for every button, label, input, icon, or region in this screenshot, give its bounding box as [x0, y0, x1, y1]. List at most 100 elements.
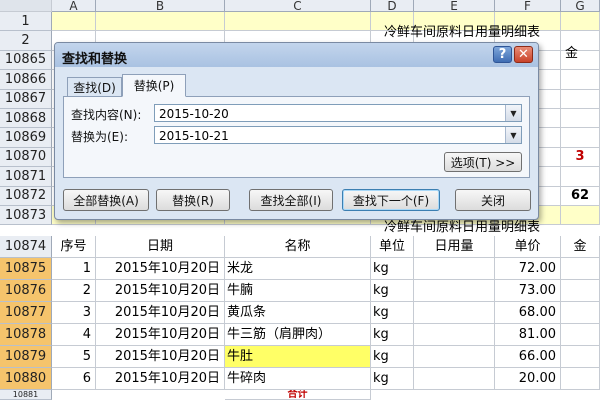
row-header-10867[interactable]: 10867	[0, 89, 52, 109]
row-header-10866[interactable]: 10866	[0, 70, 52, 90]
row-header-1[interactable]: 1	[0, 12, 52, 32]
cell-c[interactable]: 牛肚	[225, 346, 371, 368]
column-header-a[interactable]: A	[52, 0, 96, 12]
cell-c[interactable]: 牛腩	[225, 280, 371, 302]
cell-b[interactable]: 2015年10月20日	[96, 258, 225, 280]
find-all-button[interactable]: 查找全部(I)	[249, 189, 333, 211]
row-header-10869[interactable]: 10869	[0, 128, 52, 148]
cell[interactable]	[561, 128, 600, 148]
header-unit-price[interactable]: 单价	[495, 236, 561, 258]
cell-f[interactable]: 66.00	[495, 346, 561, 368]
cell-c[interactable]: 黄瓜条	[225, 302, 371, 324]
cell-a[interactable]: 2	[52, 280, 96, 302]
cell[interactable]	[96, 12, 225, 32]
dialog-titlebar[interactable]: 查找和替换 ? ✕	[55, 43, 538, 67]
row-header-10880[interactable]: 10880	[0, 368, 52, 390]
cell-d[interactable]: kg	[371, 258, 414, 280]
cell-b[interactable]: 2015年10月20日	[96, 324, 225, 346]
header-daily-usage[interactable]: 日用量	[414, 236, 495, 258]
column-header-g[interactable]: G	[561, 0, 600, 12]
replace-all-button[interactable]: 全部替换(A)	[63, 189, 149, 211]
cell[interactable]	[561, 167, 600, 187]
cell-c[interactable]: 米龙	[225, 258, 371, 280]
cell-d[interactable]: kg	[371, 368, 414, 390]
chevron-down-icon[interactable]: ▼	[505, 127, 521, 143]
find-what-field[interactable]: 2015-10-20 ▼	[154, 104, 522, 122]
cell-g[interactable]	[561, 258, 600, 280]
tab-find[interactable]: 查找(D)	[67, 77, 122, 97]
cell[interactable]	[561, 12, 600, 32]
close-icon[interactable]: ✕	[514, 46, 533, 63]
cell[interactable]	[561, 206, 600, 226]
row-header-10868[interactable]: 10868	[0, 109, 52, 129]
cell-f[interactable]: 20.00	[495, 368, 561, 390]
cell-a[interactable]: 6	[52, 368, 96, 390]
cell[interactable]	[561, 70, 600, 90]
cell-b[interactable]: 2015年10月20日	[96, 280, 225, 302]
cell[interactable]: 62	[561, 186, 600, 206]
total-label[interactable]: 合计	[225, 390, 371, 400]
row-header-10876[interactable]: 10876	[0, 280, 52, 302]
column-header-c[interactable]: C	[225, 0, 371, 12]
cell-c[interactable]: 牛三筋（肩胛肉）	[225, 324, 371, 346]
row-header-10878[interactable]: 10878	[0, 324, 52, 346]
header-unit[interactable]: 单位	[371, 236, 414, 258]
replace-with-field[interactable]: 2015-10-21 ▼	[154, 126, 522, 144]
header-name[interactable]: 名称	[225, 236, 371, 258]
cell[interactable]	[225, 12, 371, 32]
cell-g[interactable]	[561, 368, 600, 390]
row-header-10879[interactable]: 10879	[0, 346, 52, 368]
cell-b[interactable]: 2015年10月20日	[96, 346, 225, 368]
row-header-10881[interactable]: 10881	[0, 390, 52, 400]
header-amount[interactable]: 金	[561, 236, 600, 258]
cell-g[interactable]	[561, 346, 600, 368]
cell-a[interactable]: 3	[52, 302, 96, 324]
cell-g[interactable]	[561, 302, 600, 324]
row-header-10873[interactable]: 10873	[0, 206, 52, 226]
tab-replace[interactable]: 替换(P)	[122, 74, 186, 97]
cell-f[interactable]: 81.00	[495, 324, 561, 346]
cell-b[interactable]: 2015年10月20日	[96, 302, 225, 324]
column-header-f[interactable]: F	[495, 0, 561, 12]
cell-e[interactable]	[414, 324, 495, 346]
select-all-corner[interactable]	[0, 0, 52, 12]
cell-d[interactable]: kg	[371, 302, 414, 324]
cell-d[interactable]: kg	[371, 346, 414, 368]
column-header-e[interactable]: E	[414, 0, 495, 12]
cell-g[interactable]	[561, 324, 600, 346]
cell-g[interactable]	[561, 280, 600, 302]
row-header-10877[interactable]: 10877	[0, 302, 52, 324]
row-header-10870[interactable]: 10870	[0, 147, 52, 168]
cell[interactable]: 3	[561, 147, 600, 168]
replace-button[interactable]: 替换(R)	[156, 189, 230, 211]
cell-a[interactable]: 5	[52, 346, 96, 368]
cell-e[interactable]	[414, 280, 495, 302]
chevron-down-icon[interactable]: ▼	[505, 105, 521, 121]
cell[interactable]	[561, 109, 600, 129]
cell-e[interactable]	[414, 302, 495, 324]
column-header-b[interactable]: B	[96, 0, 225, 12]
help-button[interactable]: ?	[493, 46, 512, 63]
cell-f[interactable]: 72.00	[495, 258, 561, 280]
row-header-10865[interactable]: 10865	[0, 50, 52, 71]
cell-e[interactable]	[414, 258, 495, 280]
row-header-10874[interactable]: 10874	[0, 236, 52, 258]
cell-a[interactable]: 4	[52, 324, 96, 346]
cell-d[interactable]: kg	[371, 280, 414, 302]
find-next-button[interactable]: 查找下一个(F)	[342, 189, 440, 211]
cell-e[interactable]	[414, 346, 495, 368]
row-header-2[interactable]: 2	[0, 31, 52, 51]
cell[interactable]	[561, 89, 600, 109]
row-header-10871[interactable]: 10871	[0, 167, 52, 187]
header-seq[interactable]: 序号	[52, 236, 96, 258]
cell-f[interactable]: 73.00	[495, 280, 561, 302]
cell-c[interactable]: 牛碎肉	[225, 368, 371, 390]
cell-e[interactable]	[414, 368, 495, 390]
row-header-10872[interactable]: 10872	[0, 186, 52, 206]
cell-a[interactable]: 1	[52, 258, 96, 280]
column-header-d[interactable]: D	[371, 0, 414, 12]
close-button[interactable]: 关闭	[455, 189, 531, 211]
row-header-10875[interactable]: 10875	[0, 258, 52, 280]
options-button[interactable]: 选项(T) >>	[444, 152, 522, 172]
header-date[interactable]: 日期	[96, 236, 225, 258]
